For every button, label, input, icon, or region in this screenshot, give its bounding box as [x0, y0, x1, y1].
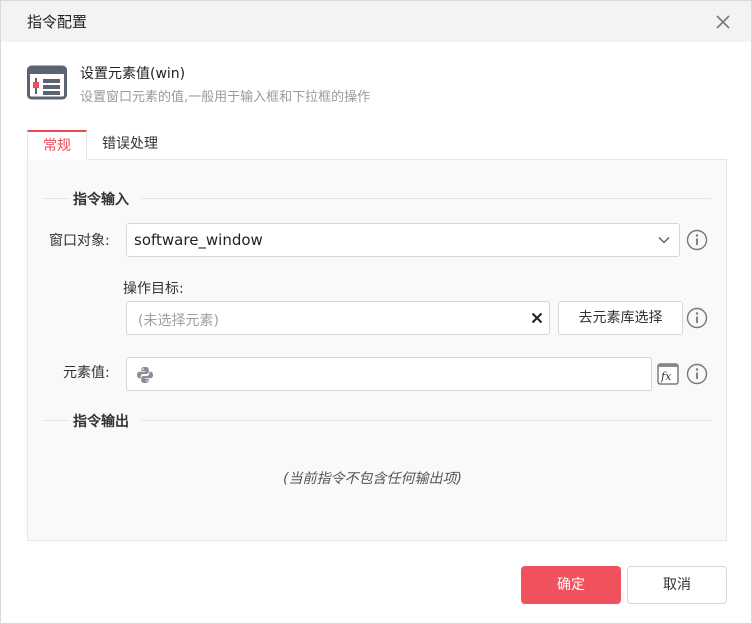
- python-icon: [137, 367, 153, 383]
- tab-general[interactable]: 常规: [27, 130, 87, 160]
- tab-error-handling[interactable]: 错误处理: [102, 130, 158, 160]
- close-icon[interactable]: [710, 9, 736, 35]
- command-description: 设置窗口元素的值,一般用于输入框和下拉框的操作: [80, 90, 371, 105]
- section-divider: [43, 420, 711, 421]
- output-section-title: 指令输出: [69, 411, 141, 431]
- no-output-message: (当前指令不包含任何输出项): [283, 471, 462, 487]
- command-config-dialog: 指令配置 设置元素值(win) 设置窗口元素的值,一般用于输入框和下拉框的操作 …: [0, 0, 752, 624]
- info-icon[interactable]: [686, 307, 708, 329]
- window-object-select[interactable]: software_window: [126, 223, 680, 257]
- window-object-value: software_window: [134, 231, 263, 249]
- element-value-label: 元素值:: [63, 365, 110, 381]
- element-value-input[interactable]: [126, 357, 652, 391]
- cancel-button[interactable]: 取消: [627, 566, 727, 604]
- clear-icon[interactable]: [530, 311, 544, 325]
- window-object-label: 窗口对象:: [49, 233, 110, 249]
- svg-text:fx: fx: [660, 370, 672, 383]
- command-name: 设置元素值(win): [80, 66, 186, 82]
- info-icon[interactable]: [686, 229, 708, 251]
- confirm-button[interactable]: 确定: [521, 566, 621, 604]
- fx-icon[interactable]: fx: [657, 363, 679, 385]
- info-icon[interactable]: [686, 363, 708, 385]
- select-from-library-button[interactable]: 去元素库选择: [558, 301, 683, 335]
- dialog-title: 指令配置: [27, 13, 88, 31]
- target-input[interactable]: (未选择元素): [126, 301, 550, 335]
- target-placeholder: (未选择元素): [138, 313, 219, 329]
- chevron-down-icon: [658, 236, 670, 244]
- target-label: 操作目标:: [123, 281, 184, 297]
- section-divider: [43, 198, 711, 199]
- window-form-icon: [27, 65, 67, 101]
- title-bar: 指令配置: [1, 1, 751, 42]
- input-section-title: 指令输入: [69, 189, 141, 209]
